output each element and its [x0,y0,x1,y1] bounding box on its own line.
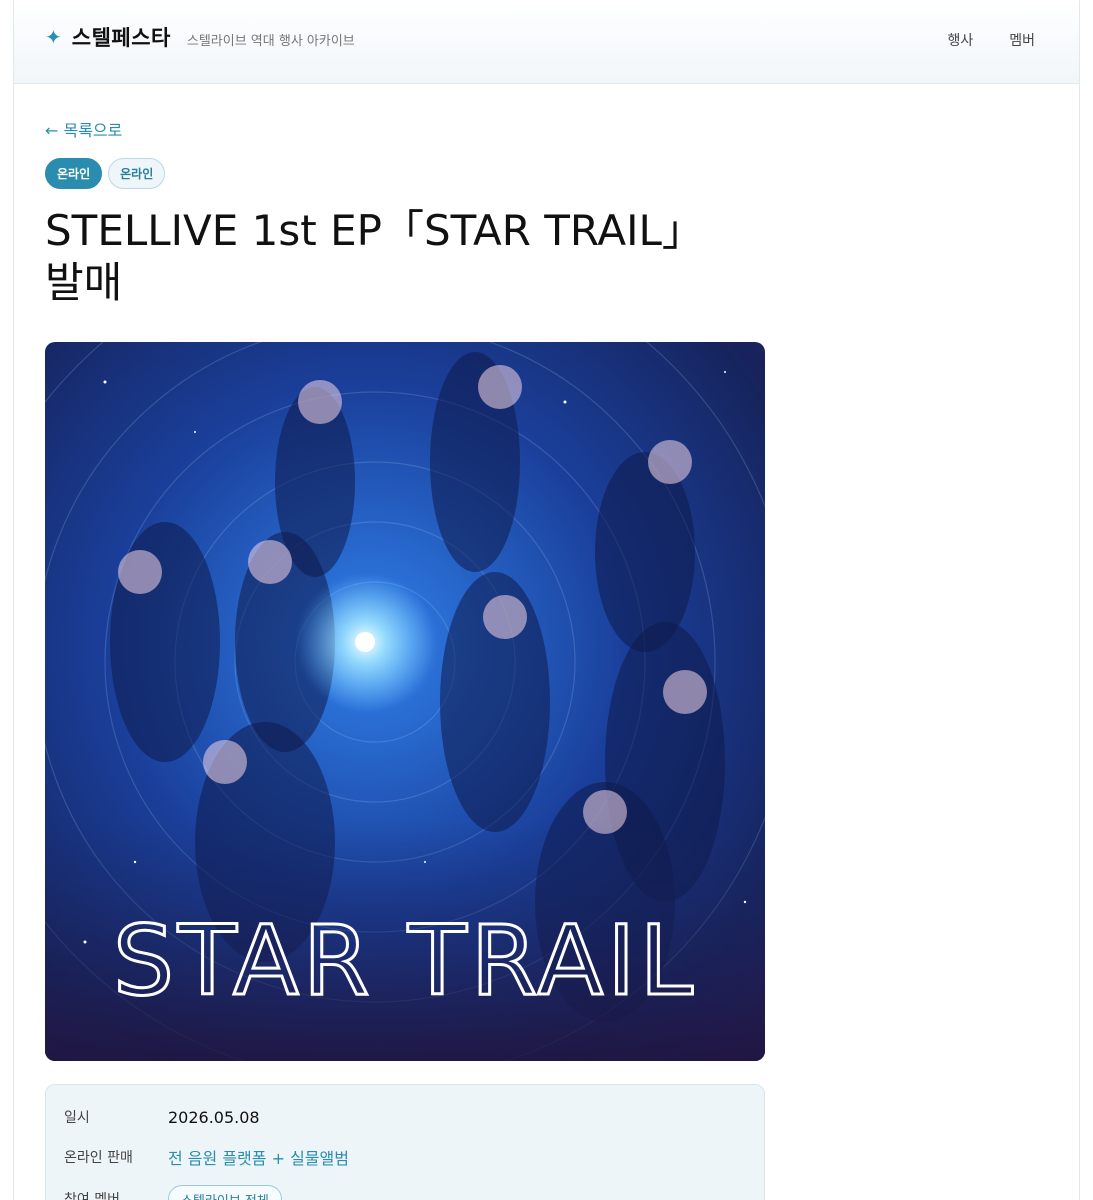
brand-subtitle: 스텔라이브 역대 행사 아카이브 [186,33,355,49]
page-title: STELLIVE 1st EP「STAR TRAIL」 발매 [45,205,765,309]
info-row-date: 일시 2026.05.08 [64,1107,260,1127]
info-value-online-sale-link[interactable]: 전 음원 플랫폼 + 실물앨범 [168,1145,349,1169]
tag-online-primary: 온라인 [45,158,103,189]
album-cover-image: STAR TRAIL [45,342,765,1061]
brand-name: 스텔페스타 [71,26,171,50]
site-header: ✦ 스텔페스타 스텔라이브 역대 행사 아카이브 행사 멤버 [14,0,1079,84]
info-label-online-sale: 온라인 판매 [64,1150,133,1166]
info-row-online-sale: 온라인 판매 전 음원 플랫폼 + 실물앨범 [64,1145,349,1169]
event-info-panel: 일시 2026.05.08 온라인 판매 전 음원 플랫폼 + 실물앨범 참여 … [45,1084,765,1200]
page-title-line1: STELLIVE 1st EP「STAR TRAIL」 [45,206,704,255]
back-to-list-link[interactable]: ← 목록으로 [45,117,122,141]
tag-list: 온라인 온라인 [45,158,166,189]
info-label-date: 일시 [64,1110,90,1126]
nav-members[interactable]: 멤버 [1009,30,1035,50]
brand-home-link[interactable]: ✦ 스텔페스타 스텔라이브 역대 행사 아카이브 [45,22,355,52]
page-frame: ✦ 스텔페스타 스텔라이브 역대 행사 아카이브 행사 멤버 ← 목록으로 온라… [13,0,1080,1200]
sparkle-icon: ✦ [45,25,62,49]
tag-online-secondary: 온라인 [108,158,166,189]
main-nav: 행사 멤버 [947,30,1035,50]
cover-logo-text: STAR TRAIL [113,905,697,1017]
info-label-members: 참여 멤버 [64,1192,120,1200]
member-chip[interactable]: 스텔라이브 전체 [168,1185,282,1200]
page-title-line2: 발매 [45,258,123,307]
info-row-members: 참여 멤버 스텔라이브 전체 [64,1185,282,1200]
nav-events[interactable]: 행사 [947,30,973,50]
info-value-date: 2026.05.08 [168,1107,260,1127]
